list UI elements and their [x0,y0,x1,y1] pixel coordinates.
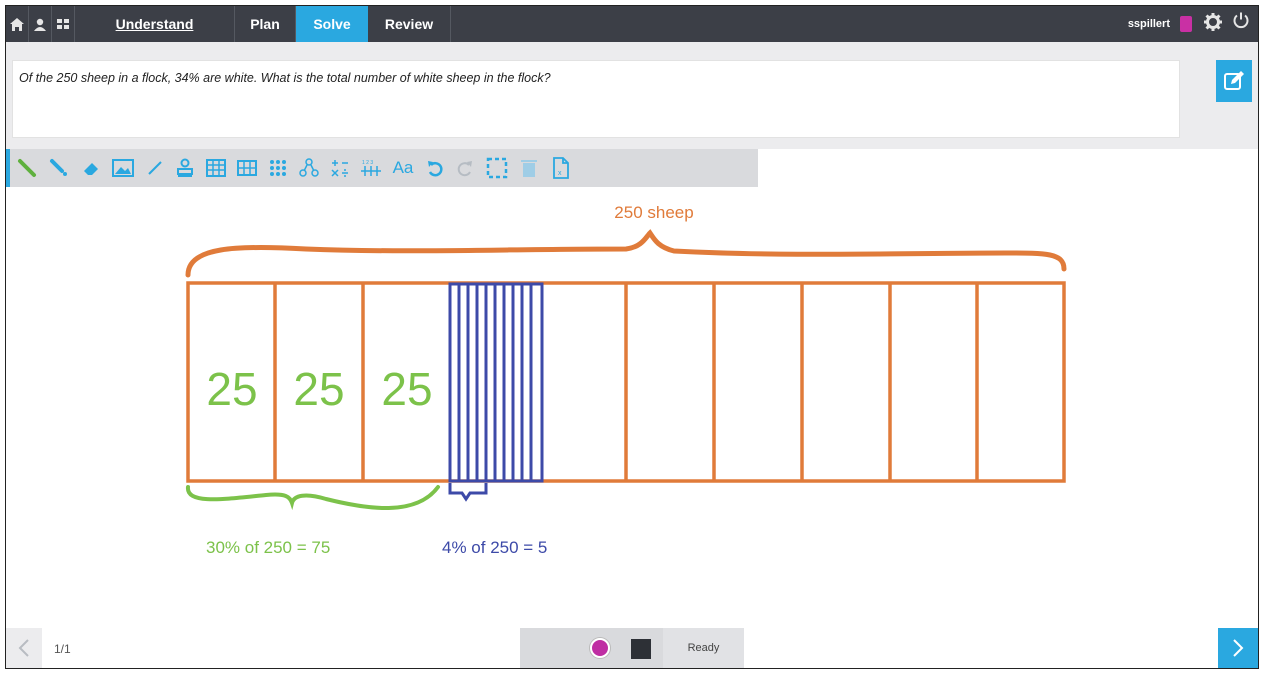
image-icon[interactable] [108,149,138,187]
pen-color-swatch[interactable] [590,638,610,658]
redo-icon[interactable] [450,149,480,187]
svg-text:1 2 3: 1 2 3 [362,160,373,166]
workspace-canvas[interactable]: 250 sheep 25 25 25 30% of 250 = 75 4% of… [6,187,1258,627]
chevron-left-icon [18,639,29,657]
home-icon[interactable] [6,6,28,42]
top-nav-bar: Understand Plan Solve Review sspillert [6,6,1258,42]
cell-value: 25 [293,363,344,415]
footer-bar: 1/1 Ready [6,628,1258,668]
notes-button[interactable] [1216,60,1252,102]
number-bond-icon[interactable] [294,149,324,187]
power-icon[interactable] [1232,11,1250,35]
blue-brace [448,483,488,502]
array-icon[interactable] [263,149,293,187]
highlighter-icon[interactable] [44,149,74,187]
undo-icon[interactable] [420,149,450,187]
top-brace [185,229,1067,278]
number-line-icon[interactable]: 1 2 3 [356,149,386,187]
green-label: 30% of 250 = 75 [206,538,330,557]
question-text: Of the 250 sheep in a flock, 34% are whi… [19,71,551,85]
pencil-icon[interactable] [12,149,42,187]
chevron-right-icon [1233,639,1244,657]
text-icon[interactable]: Aa [388,149,418,187]
grid-icon[interactable] [52,6,74,42]
tab-solve[interactable]: Solve [296,6,368,42]
green-brace [186,485,440,511]
grid-table-icon[interactable] [232,149,262,187]
tab-understand[interactable]: Understand [75,6,234,42]
cell-value: 25 [206,363,257,415]
fill-color-swatch[interactable] [631,639,651,659]
app-window: Understand Plan Solve Review sspillert O… [5,5,1259,669]
blue-label: 4% of 250 = 5 [442,538,547,557]
avatar[interactable] [1180,16,1192,32]
question-box: Of the 250 sheep in a flock, 34% are whi… [12,60,1180,138]
pen-settings: Ready [520,628,744,668]
cell-value: 25 [381,363,432,415]
tab-plan[interactable]: Plan [235,6,295,42]
page-indicator: 1/1 [54,642,71,656]
tab-review[interactable]: Review [368,6,450,42]
trash-icon[interactable] [514,149,544,187]
edit-note-icon [1224,71,1244,90]
user-icon[interactable] [29,6,51,42]
next-page-button[interactable] [1218,628,1258,668]
gear-icon[interactable] [1204,13,1222,37]
eraser-icon[interactable] [76,149,106,187]
svg-text:x: x [558,170,562,177]
stamp-icon[interactable] [170,149,200,187]
table-icon[interactable] [201,149,231,187]
total-label: 250 sheep [614,203,693,222]
page-icon[interactable]: x [546,149,576,187]
line-icon[interactable] [140,149,170,187]
select-icon[interactable] [482,149,512,187]
prev-page-button[interactable] [6,628,42,668]
drawing-svg: 250 sheep 25 25 25 30% of 250 = 75 4% of… [185,203,1067,557]
drawing-toolbar: 1 2 3 Aa x [6,149,758,187]
question-area: Of the 250 sheep in a flock, 34% are whi… [6,42,1258,149]
operations-icon[interactable] [325,149,355,187]
status-label: Ready [663,628,744,668]
username-label[interactable]: sspillert [1128,6,1170,42]
